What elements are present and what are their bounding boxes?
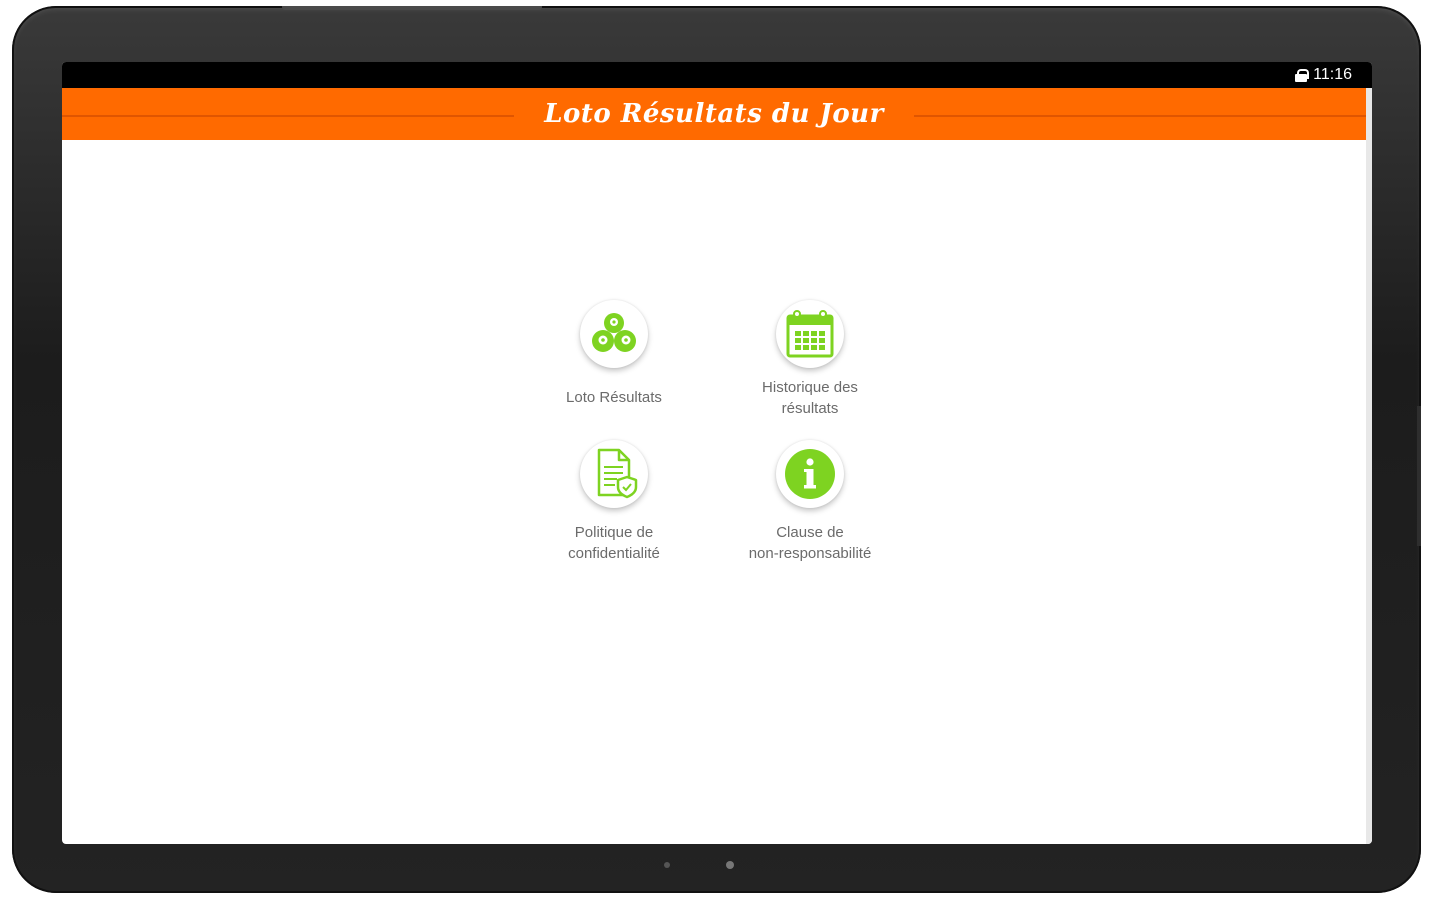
- app-bar-rule-left: [62, 115, 514, 117]
- menu-icon-circle[interactable]: [580, 300, 648, 368]
- app-bar: Loto Résultats du Jour: [62, 88, 1366, 140]
- menu-label: Loto Résultats: [566, 389, 662, 406]
- device-nav-buttons: [664, 858, 734, 872]
- device-top-highlight: [282, 6, 542, 10]
- menu-item-historique[interactable]: Historique des résultats: [720, 300, 900, 419]
- device-side-button: [1417, 406, 1421, 546]
- lock-icon: [1295, 68, 1310, 82]
- app-bar-rule-right: [914, 115, 1366, 117]
- menu-item-loto-resultats[interactable]: Loto Résultats: [524, 300, 704, 408]
- menu-label: Historique des résultats: [762, 379, 858, 417]
- back-button[interactable]: [664, 862, 670, 868]
- menu-grid: Loto Résultats Historique des résultats: [550, 300, 890, 562]
- status-time: 11:16: [1313, 66, 1352, 83]
- screen-edge: [1366, 88, 1372, 844]
- menu-item-politique[interactable]: Politique de confidentialité: [524, 440, 704, 564]
- screen: 11:16 Loto Résultats du Jour Loto Résult…: [62, 62, 1372, 844]
- menu-label: Clause de non-responsabilité: [748, 524, 872, 562]
- menu-icon-circle[interactable]: [580, 440, 648, 508]
- menu-icon-circle[interactable]: [776, 300, 844, 368]
- menu-icon-circle[interactable]: [776, 440, 844, 508]
- status-bar: 11:16: [62, 62, 1372, 88]
- calendar-icon: [786, 310, 834, 358]
- info-icon: [785, 449, 835, 499]
- document-shield-icon: [597, 448, 638, 499]
- lottery-balls-icon: [592, 313, 636, 352]
- menu-item-clause[interactable]: Clause de non-responsabilité: [720, 440, 900, 564]
- app-title: Loto Résultats du Jour: [544, 99, 884, 129]
- home-button[interactable]: [726, 861, 734, 869]
- menu-label: Politique de confidentialité: [568, 524, 660, 562]
